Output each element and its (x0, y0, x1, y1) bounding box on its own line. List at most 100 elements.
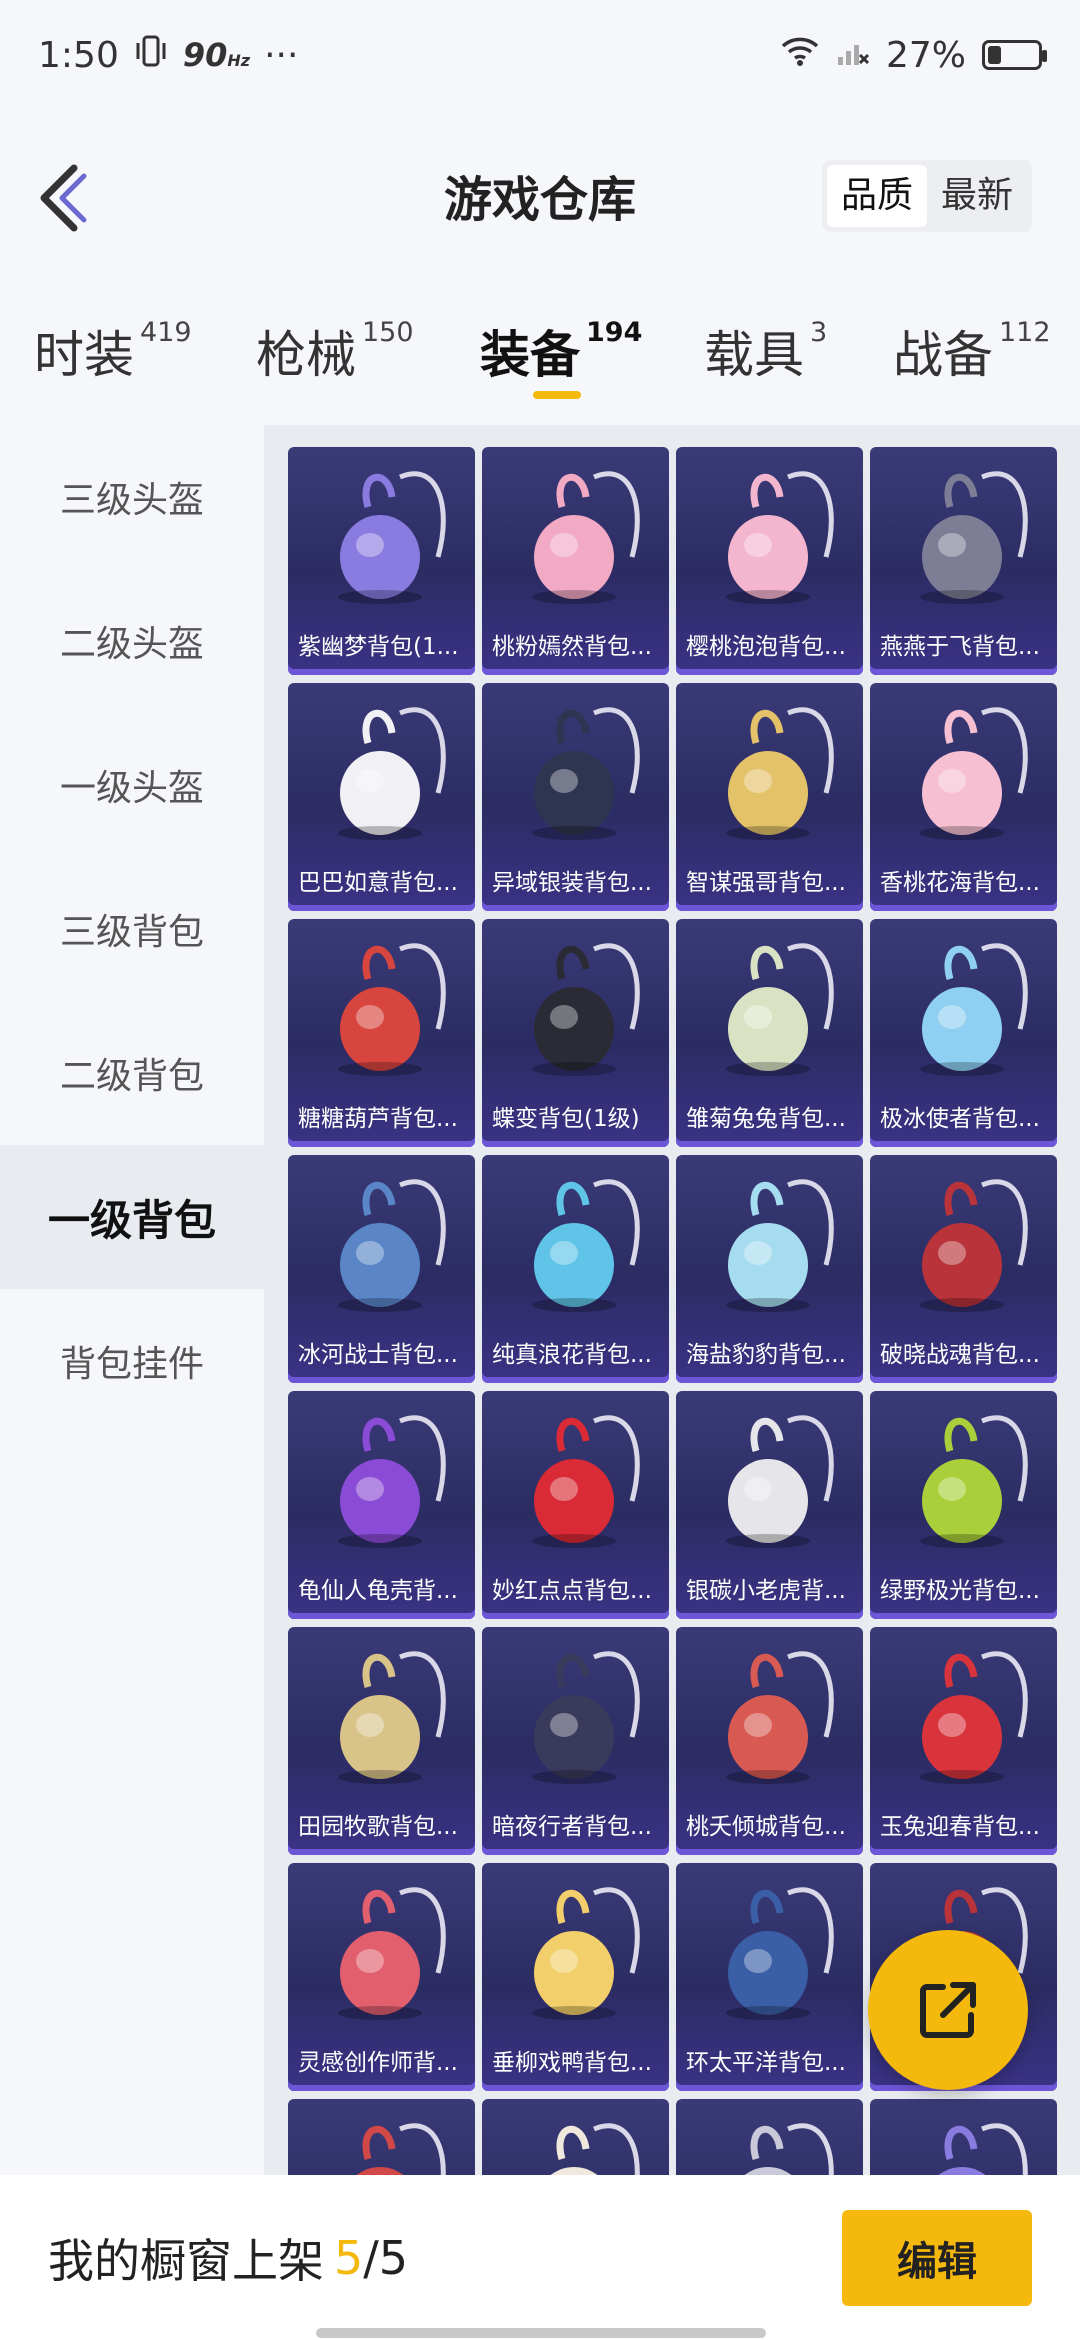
sidebar-item-backpack-1[interactable]: 一级背包 (0, 1145, 264, 1289)
item-card[interactable]: 垂柳戏鸭背包... (482, 1863, 669, 2091)
item-name: 桃粉嫣然背包... (492, 634, 652, 660)
tab-weapons[interactable]: 枪械 150 (256, 315, 414, 387)
sidebar-item-backpack-3[interactable]: 三级背包 (0, 857, 264, 1001)
sidebar-item-helmet-3[interactable]: 三级头盔 (0, 425, 264, 569)
item-card[interactable]: 紫幽梦背包(1... (288, 447, 475, 675)
item-card[interactable]: 巴巴如意背包... (288, 683, 475, 911)
tab-vehicles[interactable]: 载具 3 (704, 315, 827, 387)
item-name: 绿野极光背包... (880, 1578, 1040, 1604)
item-name: 桃夭倾城背包... (686, 1814, 846, 1840)
backpack-image (920, 471, 1028, 604)
sidebar-item-backpack-2[interactable]: 二级背包 (0, 1001, 264, 1145)
item-card[interactable]: 极冰使者背包... (870, 919, 1057, 1147)
sort-option-newest[interactable]: 最新 (927, 165, 1027, 227)
vibrate-icon (133, 34, 169, 77)
item-card[interactable]: 绿野极光背包... (870, 1391, 1057, 1619)
active-tab-indicator (533, 391, 581, 399)
item-name: 雏菊兔兔背包... (686, 1106, 846, 1132)
backpack-image (532, 707, 640, 840)
backpack-image (726, 1651, 834, 1784)
backpack-image (938, 2123, 1028, 2175)
item-card[interactable]: 龟仙人龟壳背... (288, 1391, 475, 1619)
backpack-image (338, 1179, 446, 1312)
item-card[interactable] (676, 2099, 863, 2175)
item-card[interactable]: 破晓战魂背包... (870, 1155, 1057, 1383)
backpack-image (726, 471, 834, 604)
item-name: 银碳小老虎背... (686, 1578, 846, 1604)
share-external-icon (920, 1982, 976, 2038)
item-name: 龟仙人龟壳背... (298, 1578, 458, 1604)
sidebar-item-backpack-charm[interactable]: 背包挂件 (0, 1289, 264, 1433)
signal-icon (836, 35, 870, 76)
item-card[interactable]: 妙红点点背包... (482, 1391, 669, 1619)
item-name: 垂柳戏鸭背包... (492, 2050, 652, 2076)
subcategory-sidebar: 三级头盔 二级头盔 一级头盔 三级背包 二级背包 一级背包 背包挂件 (0, 425, 264, 2175)
item-name: 破晓战魂背包... (880, 1342, 1040, 1368)
item-card[interactable] (288, 2099, 475, 2175)
back-button[interactable] (30, 158, 100, 238)
tab-fashion[interactable]: 时装 419 (34, 315, 192, 387)
edit-button[interactable]: 编辑 (842, 2209, 1032, 2306)
item-card[interactable]: 纯真浪花背包... (482, 1155, 669, 1383)
item-name: 玉兔迎春背包... (880, 1814, 1040, 1840)
item-name: 燕燕于飞背包... (880, 634, 1040, 660)
status-bar: 1:50 90Hz ··· 27% (0, 0, 1080, 110)
backpack-image (338, 471, 446, 604)
backpack-image (920, 1651, 1028, 1784)
item-name: 妙红点点背包... (492, 1578, 652, 1604)
item-card[interactable]: 智谋强哥背包... (676, 683, 863, 911)
item-card[interactable]: 燕燕于飞背包... (870, 447, 1057, 675)
item-card[interactable]: 糖糖葫芦背包... (288, 919, 475, 1147)
sidebar-item-helmet-2[interactable]: 二级头盔 (0, 569, 264, 713)
item-name: 紫幽梦背包(1... (298, 634, 459, 660)
item-card[interactable]: 银碳小老虎背... (676, 1391, 863, 1619)
backpack-image (532, 1415, 640, 1548)
showcase-label: 我的橱窗上架 (48, 2233, 324, 2288)
item-name: 环太平洋背包... (686, 2050, 846, 2076)
item-name: 冰河战士背包... (298, 1342, 458, 1368)
item-name: 田园牧歌背包... (298, 1814, 458, 1840)
item-card[interactable]: 灵感创作师背... (288, 1863, 475, 2091)
item-card[interactable]: 冰河战士背包... (288, 1155, 475, 1383)
backpack-image (532, 1887, 640, 2020)
item-card[interactable]: 樱桃泡泡背包... (676, 447, 863, 675)
backpack-image (920, 707, 1028, 840)
sidebar-item-helmet-1[interactable]: 一级头盔 (0, 713, 264, 857)
item-card[interactable] (482, 2099, 669, 2175)
item-card[interactable]: 蝶变背包(1级) (482, 919, 669, 1147)
item-name: 智谋强哥背包... (686, 870, 846, 896)
item-card[interactable] (870, 2099, 1057, 2175)
item-card[interactable]: 田园牧歌背包... (288, 1627, 475, 1855)
item-card[interactable]: 异域银装背包... (482, 683, 669, 911)
clock: 1:50 (38, 34, 119, 76)
backpack-image (726, 1415, 834, 1548)
item-name: 海盐豹豹背包... (686, 1342, 846, 1368)
backpack-image (550, 2123, 640, 2175)
backpack-image (338, 1651, 446, 1784)
item-card[interactable]: 雏菊兔兔背包... (676, 919, 863, 1147)
backpack-image (726, 1179, 834, 1312)
home-indicator (316, 2328, 766, 2338)
item-card[interactable]: 环太平洋背包... (676, 1863, 863, 2091)
item-name: 巴巴如意背包... (298, 870, 458, 896)
item-card[interactable]: 海盐豹豹背包... (676, 1155, 863, 1383)
tab-equipment[interactable]: 装备 194 (480, 315, 642, 387)
item-card[interactable]: 暗夜行者背包... (482, 1627, 669, 1855)
sort-toggle: 品质 最新 (821, 160, 1032, 232)
backpack-image (532, 1179, 640, 1312)
backpack-image (920, 943, 1028, 1076)
item-card[interactable]: 玉兔迎春背包... (870, 1627, 1057, 1855)
showcase-count: 5/5 (334, 2230, 409, 2285)
battery-icon (982, 40, 1047, 70)
item-card[interactable]: 桃夭倾城背包... (676, 1627, 863, 1855)
item-card[interactable]: 桃粉嫣然背包... (482, 447, 669, 675)
share-fab[interactable] (868, 1930, 1028, 2090)
item-name: 樱桃泡泡背包... (686, 634, 846, 660)
backpack-image (532, 943, 640, 1076)
item-card[interactable]: 香桃花海背包... (870, 683, 1057, 911)
tab-supplies[interactable]: 战备 112 (893, 315, 1051, 387)
sort-option-quality[interactable]: 品质 (826, 165, 927, 227)
chevron-left-icon (40, 164, 87, 232)
bottom-bar: 我的橱窗上架 5/5 编辑 (0, 2175, 1080, 2340)
backpack-image (356, 2123, 446, 2175)
